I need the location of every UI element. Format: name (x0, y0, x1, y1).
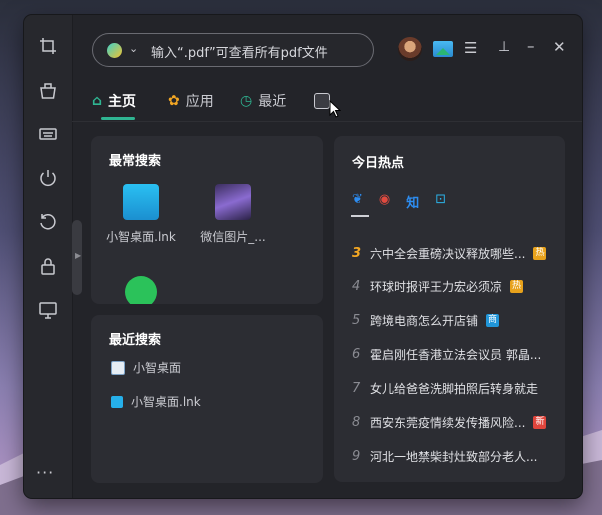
hot-title: 今日热点 (352, 156, 405, 171)
hot-rank: 8 (352, 415, 361, 430)
hot-rank: 3 (352, 246, 362, 261)
frequent-title: 最常搜索 (109, 154, 162, 169)
frequent-card: 最常搜索 小智桌面.lnk 微信图片_... (91, 136, 323, 304)
tab-apps[interactable]: ✿ 应用 (168, 91, 214, 111)
hot-text: 霍启刚任香港立法会议员 郭晶... (370, 348, 542, 362)
screenshot-icon[interactable] (37, 35, 59, 57)
pin-icon[interactable]: ⊥ (498, 39, 510, 55)
recent-card: 最近搜索 小智桌面 小智桌面.lnk (91, 315, 323, 483)
hot-text: 六中全会重磅决议释放哪些... (370, 247, 526, 261)
recent-item-label: 小智桌面.lnk (131, 395, 201, 409)
zhihu-icon[interactable]: 知 (406, 192, 419, 211)
recent-title: 最近搜索 (109, 333, 162, 348)
hot-item[interactable]: 7 女儿给爸爸洗脚拍照后转身就走 (352, 380, 538, 397)
power-icon[interactable] (37, 167, 59, 189)
frequent-item[interactable] (105, 276, 177, 304)
hot-source-indicator (351, 215, 369, 217)
cleanup-icon[interactable] (37, 79, 59, 101)
sidebar: ··· (24, 15, 73, 498)
app-window: ··· ▶ ⌄ 输入“.pdf”可查看所有pdf文件 ☰ ⊥ – ✕ ⌂ 主页 … (24, 15, 582, 498)
hot-text: 河北一地禁柴封灶致部分老人... (370, 450, 538, 464)
hot-text: 跨境电商怎么开店铺 (370, 314, 479, 328)
restore-icon[interactable] (37, 211, 59, 233)
active-tab-indicator (101, 117, 135, 120)
search-input[interactable]: ⌄ 输入“.pdf”可查看所有pdf文件 (92, 33, 374, 67)
hot-rank: 9 (352, 449, 361, 464)
hot-badge: 新 (533, 416, 547, 429)
hot-text: 女儿给爸爸洗脚拍照后转身就走 (370, 382, 539, 396)
hot-text: 西安东莞疫情续发传播风险... (370, 416, 526, 430)
frequent-item[interactable]: 小智桌面.lnk (105, 184, 177, 245)
mouse-cursor (329, 100, 341, 118)
hot-source-tabs: ❦ ◉ 知 ⊡ (352, 192, 446, 211)
header-divider (72, 121, 582, 122)
hot-item[interactable]: 6 霍启刚任香港立法会议员 郭晶... (352, 346, 541, 363)
edit-icon[interactable] (314, 93, 330, 109)
search-placeholder: 输入“.pdf”可查看所有pdf文件 (151, 46, 328, 61)
hot-text: 环球时报评王力宏必须凉 (370, 280, 503, 294)
more-icon[interactable]: ··· (36, 463, 54, 482)
tab-recent[interactable]: ◷ 最近 (240, 91, 286, 111)
image-thumbnail-icon (215, 184, 251, 220)
menu-icon[interactable]: ☰ (464, 39, 477, 57)
tab-recent-label: 最近 (258, 94, 287, 110)
hot-badge: 热 (533, 247, 547, 260)
monitor-icon[interactable] (37, 299, 59, 321)
hot-item[interactable]: 9 河北一地禁柴封灶致部分老人... (352, 448, 537, 465)
apps-icon: ✿ (168, 93, 180, 109)
tab-home-label: 主页 (108, 94, 137, 110)
hot-item[interactable]: 5 跨境电商怎么开店铺 商 (352, 312, 500, 329)
hot-card: 今日热点 ❦ ◉ 知 ⊡ 3 六中全会重磅决议释放哪些... 热 4 环球时报评… (334, 136, 565, 482)
recent-item-label: 小智桌面 (133, 361, 182, 375)
recent-item[interactable]: 小智桌面.lnk (111, 393, 201, 410)
tab-apps-label: 应用 (185, 94, 214, 110)
lock-icon[interactable] (37, 255, 59, 277)
wechat-icon (125, 276, 157, 304)
file-icon (111, 360, 125, 375)
hot-rank: 6 (352, 347, 361, 362)
desktop-app-icon (123, 184, 159, 220)
baidu-icon[interactable]: ❦ (352, 192, 363, 211)
close-icon[interactable]: ✕ (553, 38, 566, 56)
recent-item[interactable]: 小智桌面 (111, 359, 181, 376)
frequent-item[interactable]: 微信图片_... (197, 184, 269, 245)
weibo-icon[interactable]: ◉ (379, 192, 390, 211)
avatar[interactable] (398, 37, 422, 61)
hot-item[interactable]: 3 六中全会重磅决议释放哪些... 热 (352, 245, 547, 262)
clock-icon: ◷ (240, 93, 253, 109)
hot-badge: 商 (486, 314, 500, 327)
home-icon: ⌂ (92, 93, 103, 109)
hot-rank: 5 (352, 313, 361, 328)
tab-home[interactable]: ⌂ 主页 (92, 91, 136, 111)
bilibili-icon[interactable]: ⊡ (435, 192, 446, 211)
desktop-app-icon (111, 395, 123, 408)
chevron-down-icon[interactable]: ⌄ (129, 42, 138, 55)
hot-item[interactable]: 4 环球时报评王力宏必须凉 热 (352, 278, 524, 295)
hot-item[interactable]: 8 西安东莞疫情续发传播风险... 新 (352, 414, 547, 431)
wallpaper-icon[interactable] (433, 41, 453, 57)
hot-rank: 4 (352, 279, 361, 294)
hot-rank: 7 (352, 381, 361, 396)
frequent-item-label: 微信图片_... (200, 230, 266, 244)
hot-badge: 热 (510, 280, 524, 293)
frequent-item-label: 小智桌面.lnk (106, 230, 176, 244)
keyboard-icon[interactable] (37, 123, 59, 145)
minimize-icon[interactable]: – (527, 37, 535, 55)
expand-arrow-icon[interactable]: ▶ (75, 251, 81, 260)
app-logo-icon (107, 43, 122, 58)
